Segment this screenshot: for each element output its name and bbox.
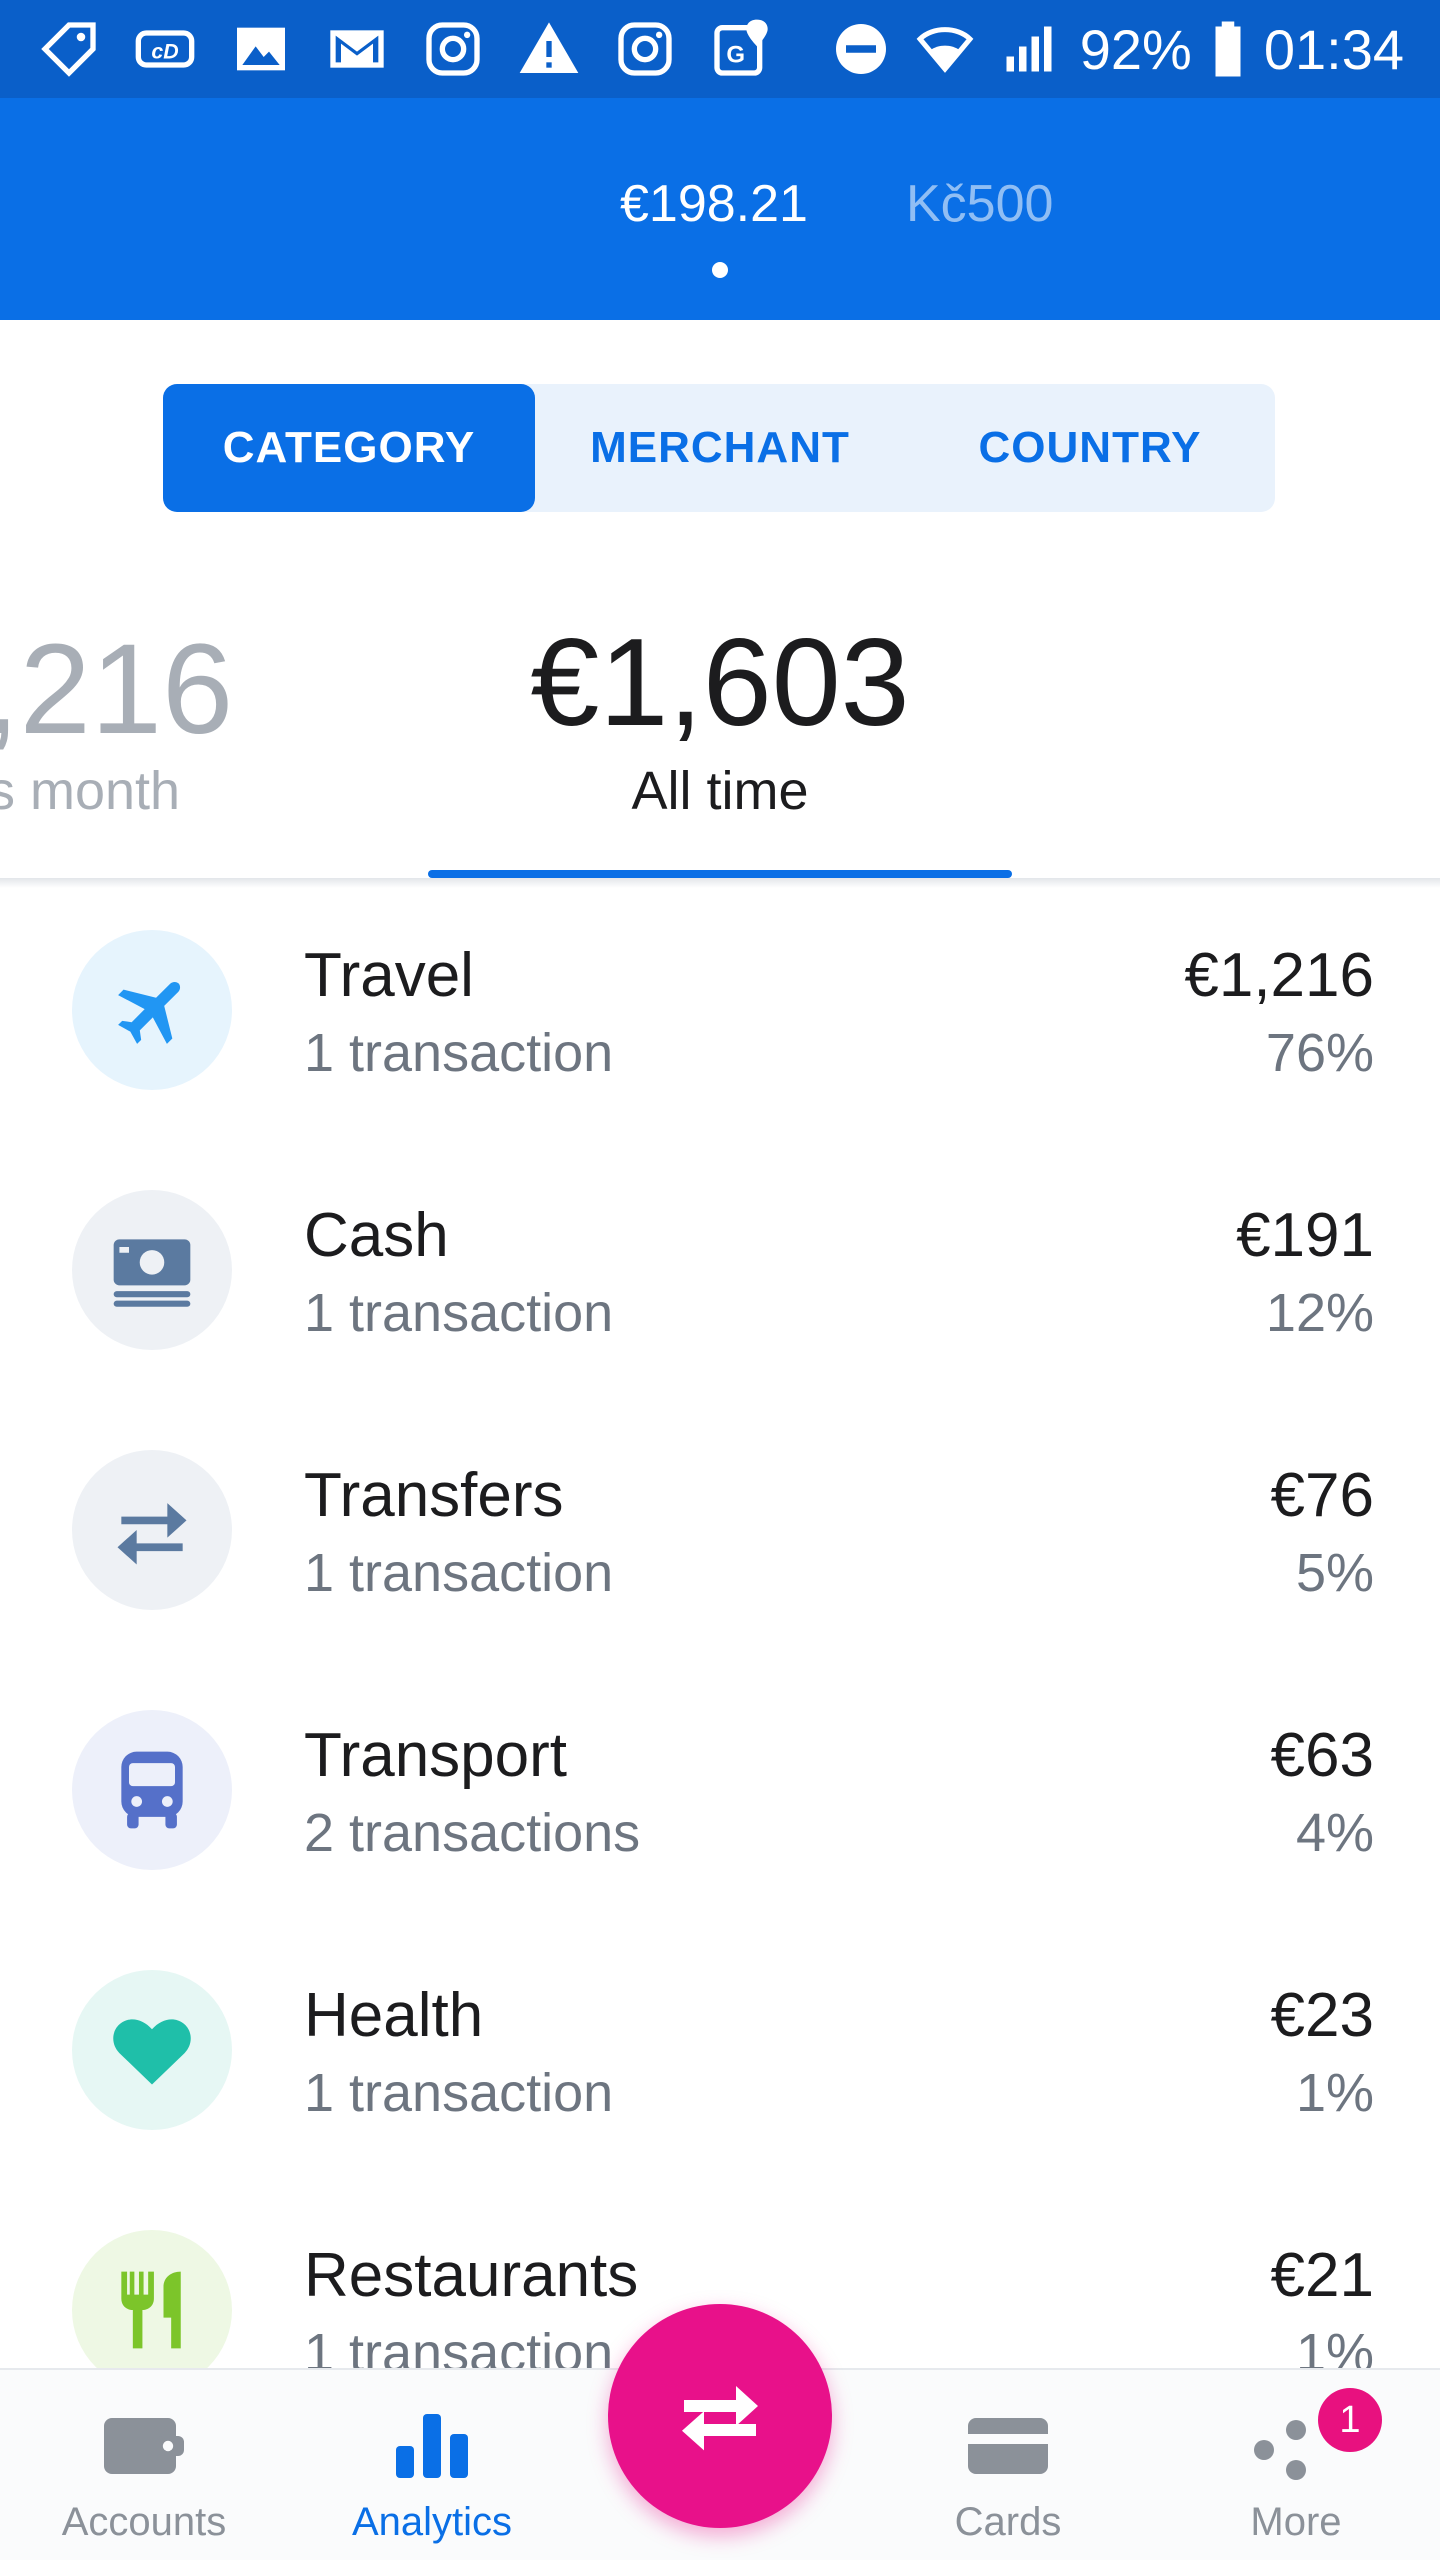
battery-icon [1210, 16, 1246, 82]
analytics-segment-control: CATEGORY MERCHANT COUNTRY [163, 384, 1275, 512]
airplane-icon [72, 930, 232, 1090]
svg-text:cD: cD [151, 39, 178, 63]
category-percent: 1% [1295, 2063, 1374, 2123]
period-totals-carousel[interactable]: ,216 s month €1,603 All time [0, 560, 1440, 880]
account-header: €198.21 Kč500 [0, 98, 1440, 320]
transfer-arrows-icon [682, 2386, 758, 2451]
card-icon [953, 2406, 1063, 2486]
svg-text:G: G [726, 41, 745, 68]
instagram-icon-2 [612, 16, 678, 82]
signal-icon [996, 16, 1062, 82]
clock: 01:34 [1263, 17, 1404, 81]
warning-icon [516, 16, 582, 82]
category-amount: €76 [1270, 1461, 1374, 1530]
category-name: Travel [304, 941, 474, 1010]
battery-percent: 92% [1079, 17, 1192, 81]
nav-analytics[interactable]: Analytics [332, 2370, 532, 2560]
category-amount: €191 [1236, 1201, 1374, 1270]
page-indicator-dot [712, 262, 728, 278]
category-percent: 1% [1295, 2323, 1374, 2368]
transfer-icon [72, 1450, 232, 1610]
current-period-amount: €1,603 [530, 614, 910, 752]
notification-badge: 1 [1318, 2388, 1382, 2452]
nav-cards[interactable]: Cards [908, 2370, 1108, 2560]
category-amount: €23 [1270, 1981, 1374, 2050]
category-name: Transport [304, 1721, 568, 1790]
category-name: Restaurants [304, 2241, 639, 2310]
category-percent: 76% [1265, 1023, 1374, 1083]
category-percent: 4% [1295, 1803, 1374, 1863]
heart-icon [72, 1970, 232, 2130]
nav-cards-label: Cards [954, 2500, 1062, 2544]
cash-icon [72, 1190, 232, 1350]
category-transaction-count: 1 transaction [304, 1543, 614, 1603]
selected-period-indicator [428, 870, 1012, 878]
maps-icon: G [708, 16, 774, 82]
tab-merchant[interactable]: MERCHANT [535, 384, 905, 512]
category-amount: €63 [1270, 1721, 1374, 1790]
current-period-label: All time [631, 761, 809, 821]
nav-more-label: More [1250, 2500, 1342, 2544]
category-row-travel[interactable]: Travel 1 transaction €1,216 76% [0, 880, 1440, 1140]
tag-icon [36, 16, 102, 82]
tab-country[interactable]: COUNTRY [905, 384, 1275, 512]
do-not-disturb-icon [828, 16, 894, 82]
category-list: Travel 1 transaction €1,216 76% Cash 1 t… [0, 880, 1440, 2368]
category-row-health[interactable]: Health 1 transaction €23 1% [0, 1920, 1440, 2180]
cd-app-icon: cD [132, 16, 198, 82]
category-row-transport[interactable]: Transport 2 transactions €63 4% [0, 1660, 1440, 1920]
gmail-icon [324, 16, 390, 82]
category-transaction-count: 1 transaction [304, 2323, 614, 2368]
bus-icon [72, 1710, 232, 1870]
category-percent: 5% [1295, 1543, 1374, 1603]
category-transaction-count: 1 transaction [304, 1023, 614, 1083]
account-czk[interactable]: Kč500 [906, 174, 1053, 234]
category-name: Health [304, 1981, 484, 2050]
category-name: Transfers [304, 1461, 564, 1530]
category-percent: 12% [1265, 1283, 1374, 1343]
wifi-icon [912, 16, 978, 82]
nav-accounts[interactable]: Accounts [44, 2370, 244, 2560]
account-eur[interactable]: €198.21 [620, 174, 808, 234]
bar-chart-icon [377, 2406, 487, 2486]
status-bar: cD G 92% 01:34 [0, 0, 1440, 98]
nav-analytics-label: Analytics [351, 2500, 513, 2544]
category-row-transfers[interactable]: Transfers 1 transaction €76 5% [0, 1400, 1440, 1660]
image-icon [228, 16, 294, 82]
category-row-cash[interactable]: Cash 1 transaction €191 12% [0, 1140, 1440, 1400]
category-name: Cash [304, 1201, 449, 1270]
category-amount: €21 [1270, 2241, 1374, 2310]
category-transaction-count: 2 transactions [304, 1803, 641, 1863]
cutlery-icon [72, 2230, 232, 2368]
category-transaction-count: 1 transaction [304, 2063, 614, 2123]
transfer-fab-button[interactable] [608, 2304, 832, 2528]
category-amount: €1,216 [1184, 941, 1374, 1010]
category-transaction-count: 1 transaction [304, 1283, 614, 1343]
nav-accounts-label: Accounts [61, 2500, 227, 2544]
instagram-icon [420, 16, 486, 82]
wallet-icon [89, 2406, 199, 2486]
tab-category[interactable]: CATEGORY [163, 384, 535, 512]
